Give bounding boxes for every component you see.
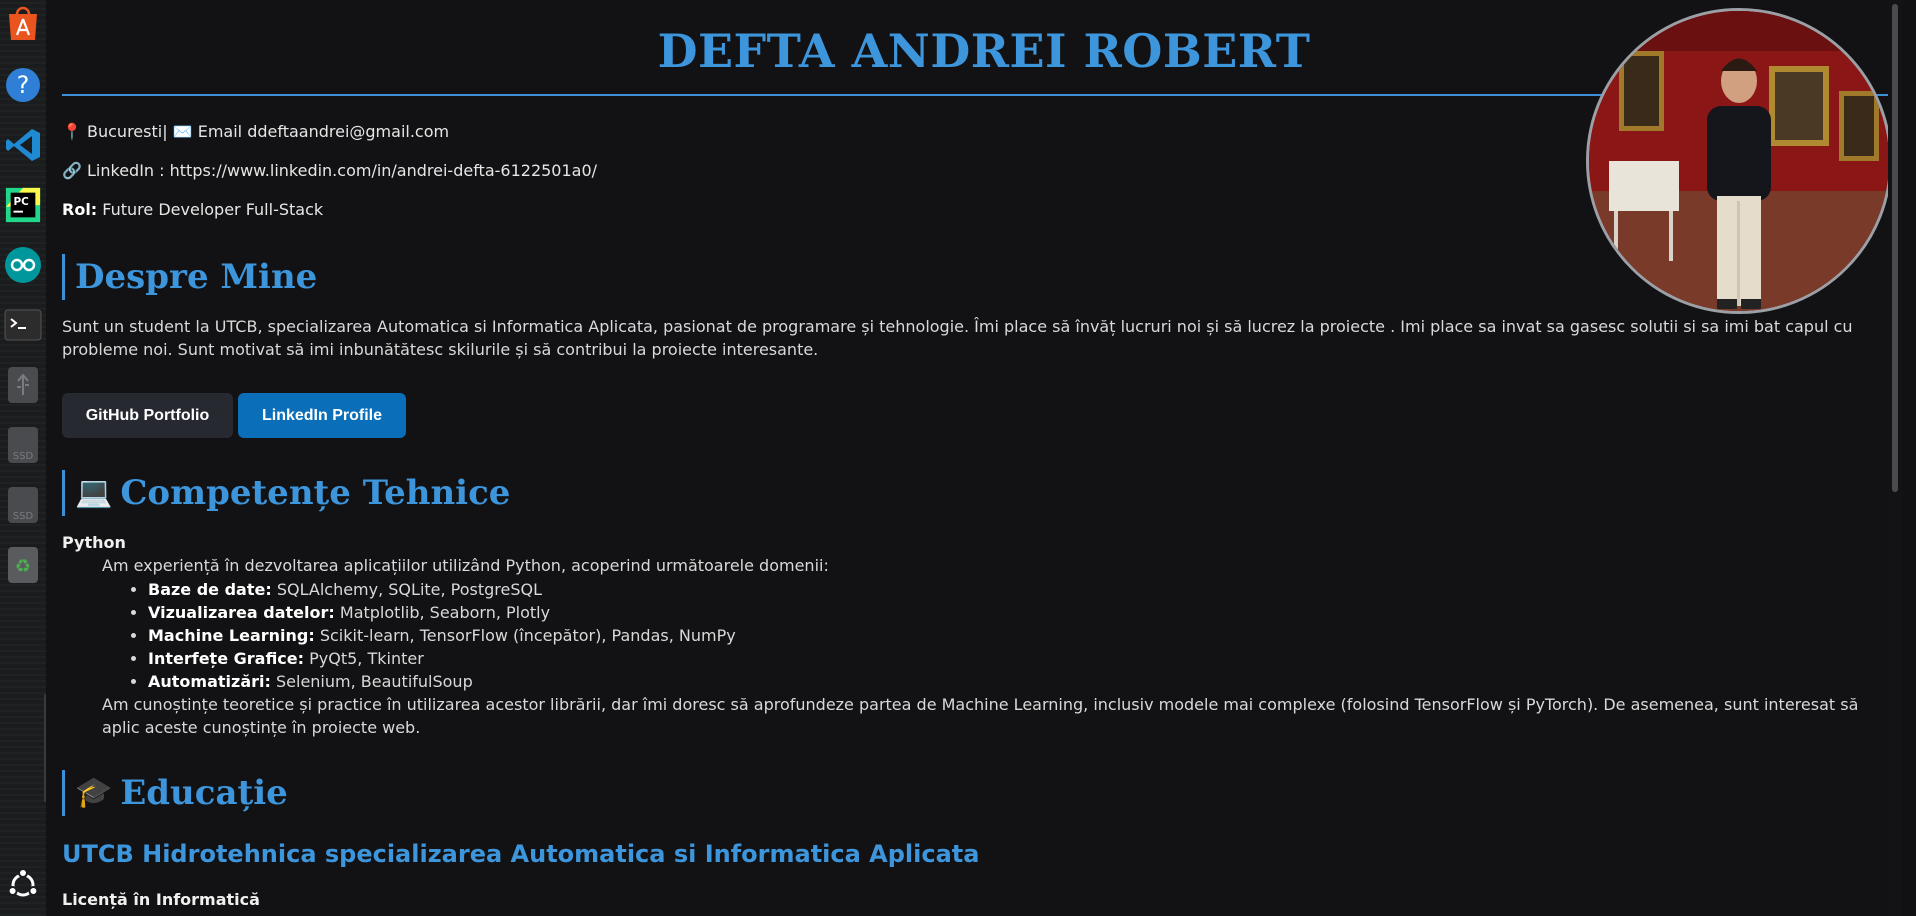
skill-item-label: Vizualizarea datelor: (148, 603, 335, 622)
skill-item-value: Matplotlib, Seaborn, Plotly (339, 603, 551, 622)
usb-drive-icon[interactable] (4, 366, 42, 404)
skill-item-label: Automatizări: (148, 672, 271, 691)
linkedin-label: LinkedIn : (87, 161, 165, 180)
svg-text:♻: ♻ (15, 556, 31, 577)
trash-icon[interactable]: ♻ (4, 546, 42, 584)
laptop-icon: 💻 (75, 475, 113, 510)
scrollbar-thumb[interactable] (1892, 4, 1898, 492)
skill-outro: Am cunoștințe teoretice și practice în u… (102, 695, 1859, 737)
email-label: Email (197, 122, 243, 141)
about-heading: Despre Mine (62, 254, 317, 300)
location-text: Bucuresti (87, 122, 163, 141)
help-icon[interactable]: ? (4, 66, 42, 104)
ssd-drive-icon[interactable]: SSD (4, 426, 42, 464)
ssd-label: SSD (13, 451, 34, 462)
role-label: Rol: (62, 200, 98, 219)
separator: | (162, 122, 168, 141)
skills-heading-text: Competențe Tehnice (120, 473, 511, 513)
list-item: Interfețe Grafice: PyQt5, Tkinter (148, 647, 736, 670)
ssd-drive-icon[interactable]: SSD (4, 486, 42, 524)
github-portfolio-button[interactable]: GitHub Portfolio (62, 393, 233, 438)
svg-text:?: ? (17, 71, 30, 99)
role-line: Rol: Future Developer Full-Stack (62, 200, 323, 219)
list-item: Machine Learning: Scikit-learn, TensorFl… (148, 624, 736, 647)
skill-item-value: Selenium, BeautifulSoup (276, 672, 473, 691)
list-item: Automatizări: Selenium, BeautifulSoup (148, 670, 736, 693)
skill-item-label: Interfețe Grafice: (148, 649, 305, 668)
list-item: Vizualizarea datelor: Matplotlib, Seabor… (148, 601, 736, 624)
email-icon: ✉️ (172, 122, 193, 141)
link-icon: 🔗 (62, 161, 82, 180)
email-address[interactable]: ddeftaandrei@gmail.com (247, 122, 449, 141)
list-item: Baze de date: SQLAlchemy, SQLite, Postgr… (148, 578, 736, 601)
profile-photo (1586, 8, 1892, 314)
pycharm-icon[interactable]: PC (4, 186, 42, 224)
arduino-icon[interactable] (4, 246, 42, 284)
ubuntu-apps-icon[interactable] (4, 866, 42, 904)
skill-language: Python (62, 533, 126, 552)
linkedin-line: 🔗 LinkedIn : https://www.linkedin.com/in… (62, 161, 597, 180)
skill-list: Baze de date: SQLAlchemy, SQLite, Postgr… (126, 578, 736, 693)
education-degree: Licență în Informatică (62, 890, 260, 909)
skill-item-label: Baze de date: (148, 580, 272, 599)
cv-page: DEFTA ANDREI ROBERT 📍 Bucuresti| ✉️ Emai… (46, 0, 1902, 916)
linkedin-profile-button[interactable]: LinkedIn Profile (238, 393, 406, 438)
graduation-cap-icon: 🎓 (75, 775, 113, 810)
skill-intro: Am experiență în dezvoltarea aplicațiilo… (102, 556, 829, 575)
skill-item-label: Machine Learning: (148, 626, 315, 645)
education-school: UTCB Hidrotehnica specializarea Automati… (62, 840, 980, 868)
linkedin-url[interactable]: https://www.linkedin.com/in/andrei-defta… (170, 161, 597, 180)
skill-item-value: SQLAlchemy, SQLite, PostgreSQL (276, 580, 543, 599)
contact-line: 📍 Bucuresti| ✉️ Email ddeftaandrei@gmail… (62, 122, 449, 141)
pycharm-label: PC (14, 196, 29, 208)
about-text: Sunt un student la UTCB, specializarea A… (62, 317, 1853, 359)
skills-heading: 💻 Competențe Tehnice (62, 470, 510, 516)
skill-item-value: PyQt5, Tkinter (309, 649, 424, 668)
app-store-icon[interactable] (4, 4, 42, 42)
vscode-icon[interactable] (4, 126, 42, 164)
education-heading-text: Educație (120, 773, 288, 813)
app-dock: ? PC SSD SSD ♻ (0, 0, 47, 916)
about-heading-text: Despre Mine (75, 257, 318, 297)
terminal-icon[interactable] (4, 306, 42, 344)
role-value: Future Developer Full-Stack (102, 200, 324, 219)
skill-item-value: Scikit-learn, TensorFlow (începător), Pa… (319, 626, 736, 645)
page-scrollbar[interactable] (1888, 0, 1902, 916)
education-heading: 🎓 Educație (62, 770, 288, 816)
ssd-label: SSD (13, 511, 34, 522)
location-icon: 📍 (62, 122, 82, 141)
